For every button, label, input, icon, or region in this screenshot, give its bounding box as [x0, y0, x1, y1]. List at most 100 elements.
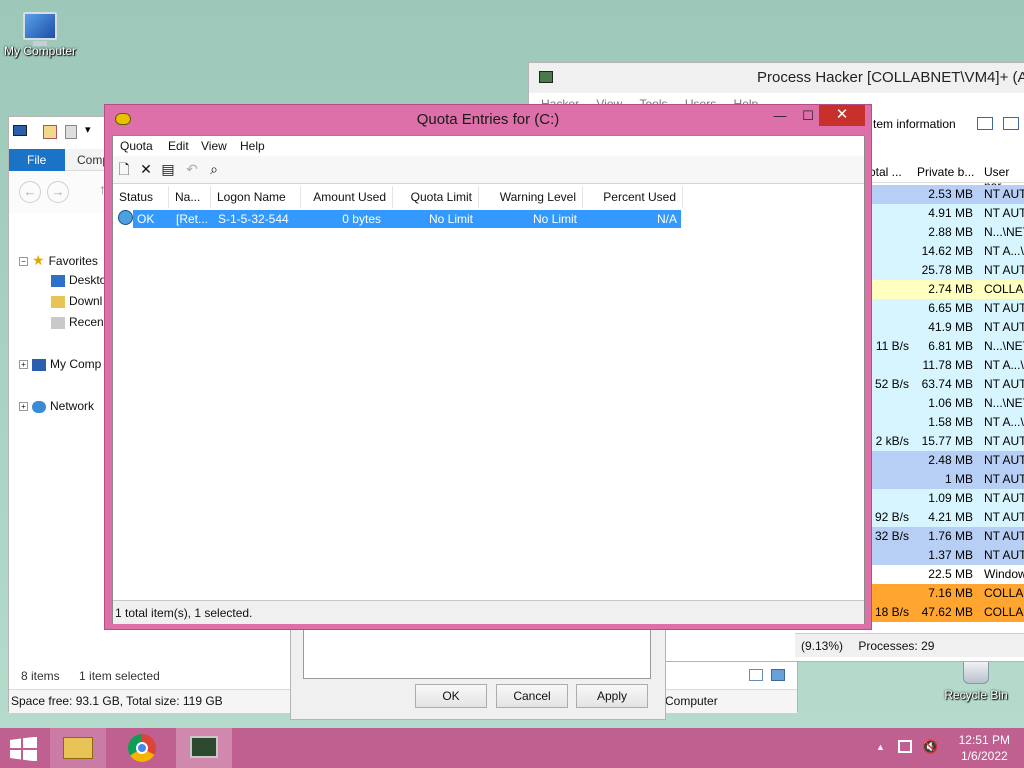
table-row[interactable]: 1.37 MB NT AUT	[867, 546, 1024, 565]
clock[interactable]: 12:51 PM 1/6/2022	[959, 732, 1010, 764]
desktop-icon-recycle-bin[interactable]: Recycle Bin	[934, 660, 1018, 702]
table-row[interactable]: 2.74 MB COLLAE	[867, 280, 1024, 299]
properties-icon[interactable]: ▤	[159, 160, 177, 178]
menu-edit[interactable]: Edit	[168, 139, 189, 153]
find-icon[interactable]: ⌕	[205, 160, 223, 178]
table-row[interactable]: 4.91 MB NT AUT	[867, 204, 1024, 223]
table-row[interactable]: 1.58 MB NT A...\	[867, 413, 1024, 432]
cell-user-name: NT AUT	[984, 491, 1024, 505]
status-bar: (9.13%) Processes: 29	[795, 633, 1024, 657]
close-button[interactable]: ✕	[819, 105, 865, 126]
table-row[interactable]: 2.53 MB NT AUT	[867, 185, 1024, 204]
table-row[interactable]: 32 B/s 1.76 MB NT AUT	[867, 527, 1024, 546]
table-row[interactable]: 1.09 MB NT AUT	[867, 489, 1024, 508]
taskbar-chrome[interactable]	[114, 728, 170, 768]
new-entry-icon[interactable]: 🗋	[115, 160, 133, 178]
process-hacker-icon	[190, 736, 218, 758]
table-row[interactable]: 52 B/s 63.74 MB NT AUT	[867, 375, 1024, 394]
chevron-down-icon[interactable]: ▾	[85, 123, 91, 136]
network-status-icon[interactable]	[898, 740, 912, 753]
new-folder-icon[interactable]	[65, 125, 77, 139]
volume-muted-icon[interactable]: 🔇	[922, 739, 938, 755]
cell-io: 18 B/s	[874, 605, 909, 619]
menu-quota[interactable]: Quota	[120, 139, 153, 153]
tree-item-desktop[interactable]: Deskto	[51, 273, 106, 287]
table-row[interactable]: 6.65 MB NT AUT	[867, 299, 1024, 318]
column-warning-level[interactable]: Warning Level	[479, 186, 583, 208]
table-row[interactable]: 11.78 MB NT A...\	[867, 356, 1024, 375]
table-row[interactable]: 25.78 MB NT AUT	[867, 261, 1024, 280]
window-title: Process Hacker [COLLABNET\VM4]+ (Ad	[529, 63, 1024, 93]
table-row[interactable]: 92 B/s 4.21 MB NT AUT	[867, 508, 1024, 527]
cell-user-name: NT A...\	[984, 358, 1024, 372]
app-icon	[539, 71, 553, 83]
toolbar: 🗋 ✕ ▤ ↶ ⌕	[113, 156, 864, 184]
taskbar-process-hacker[interactable]	[176, 728, 232, 768]
tree-item-my-computer[interactable]: + My Comp	[19, 357, 101, 371]
cell-io: 2 kB/s	[875, 434, 909, 448]
table-row[interactable]: 22.5 MB Window	[867, 565, 1024, 584]
quota-entries-list: Status Na... Logon Name Amount Used Quot…	[113, 186, 864, 598]
minimize-button[interactable]: —	[765, 105, 795, 127]
cell-private-bytes: 22.5 MB	[928, 567, 973, 581]
table-row[interactable]: 11 B/s 6.81 MB N...\NET	[867, 337, 1024, 356]
clock-date: 1/6/2022	[960, 749, 1008, 763]
table-row[interactable]: 2.48 MB NT AUT	[867, 451, 1024, 470]
taskbar-explorer[interactable]	[50, 728, 106, 768]
cell-private-bytes: 25.78 MB	[921, 263, 973, 277]
start-button[interactable]	[10, 736, 38, 762]
table-row[interactable]: 2 kB/s 15.77 MB NT AUT	[867, 432, 1024, 451]
cell-user-name: NT A...\	[984, 415, 1024, 429]
cell-private-bytes: 1 MB	[944, 472, 973, 486]
back-button[interactable]: ←	[19, 181, 41, 203]
ok-button[interactable]: OK	[415, 684, 487, 708]
cell-user-name: NT AUT	[984, 263, 1024, 277]
cell-private-bytes: 2.53 MB	[928, 187, 973, 201]
system-information-button[interactable]: tem information	[873, 117, 956, 131]
forward-button[interactable]: →	[47, 181, 69, 203]
cell-private-bytes: 6.65 MB	[928, 301, 973, 315]
column-status[interactable]: Status	[113, 186, 169, 208]
menu-view[interactable]: View	[201, 139, 227, 153]
apply-button[interactable]: Apply	[576, 684, 648, 708]
table-row[interactable]: 7.16 MB COLLAE	[867, 584, 1024, 603]
tree-item-favorites[interactable]: − ★ Favorites	[19, 252, 98, 269]
cell-warning-level: No Limit	[532, 212, 577, 226]
table-row[interactable]: 18 B/s 47.62 MB COLLAE	[867, 603, 1024, 622]
table-row[interactable]: 1.06 MB N...\NET	[867, 394, 1024, 413]
column-logon-name[interactable]: Logon Name	[211, 186, 301, 208]
tree-item-network[interactable]: + Network	[19, 399, 94, 413]
cell-user-name: N...\NET	[984, 396, 1024, 410]
undo-icon[interactable]: ↶	[183, 160, 201, 178]
collapse-icon[interactable]: −	[19, 257, 28, 267]
menu-help[interactable]: Help	[240, 139, 265, 153]
column-percent-used[interactable]: Percent Used	[583, 186, 683, 208]
column-amount-used[interactable]: Amount Used	[301, 186, 393, 208]
column-header[interactable]: otal ...	[869, 165, 902, 179]
cell-private-bytes: 11.78 MB	[922, 358, 973, 372]
table-row[interactable]: 1 MB NT AUT	[867, 470, 1024, 489]
show-hidden-icons-icon[interactable]: ▲	[876, 742, 885, 752]
delete-icon[interactable]: ✕	[137, 160, 155, 178]
column-name[interactable]: Na...	[169, 186, 211, 208]
process-list-header: otal ... Private b... User nar	[867, 161, 1024, 193]
table-row[interactable]: 41.9 MB NT AUT	[867, 318, 1024, 337]
table-row[interactable]: 2.88 MB N...\NET	[867, 223, 1024, 242]
expand-icon[interactable]: +	[19, 402, 28, 412]
tree-item-recent[interactable]: Recent	[51, 315, 107, 329]
column-header[interactable]: Private b...	[917, 165, 974, 179]
expand-icon[interactable]: +	[19, 360, 28, 370]
details-view-icon[interactable]	[749, 669, 763, 681]
window-icon[interactable]	[977, 117, 993, 130]
find-window-icon[interactable]	[1003, 117, 1019, 130]
desktop-icon-my-computer[interactable]: My Computer	[0, 12, 82, 58]
properties-icon[interactable]	[43, 125, 57, 139]
cancel-button[interactable]: Cancel	[496, 684, 568, 708]
tree-item-downloads[interactable]: Downl	[51, 294, 102, 308]
table-row[interactable]: 14.62 MB NT A...\	[867, 242, 1024, 261]
cell-user-name: COLLAE	[984, 605, 1024, 619]
file-tab[interactable]: File	[9, 149, 65, 171]
column-quota-limit[interactable]: Quota Limit	[393, 186, 479, 208]
cell-private-bytes: 1.09 MB	[928, 491, 973, 505]
large-icons-view-icon[interactable]	[771, 669, 785, 681]
